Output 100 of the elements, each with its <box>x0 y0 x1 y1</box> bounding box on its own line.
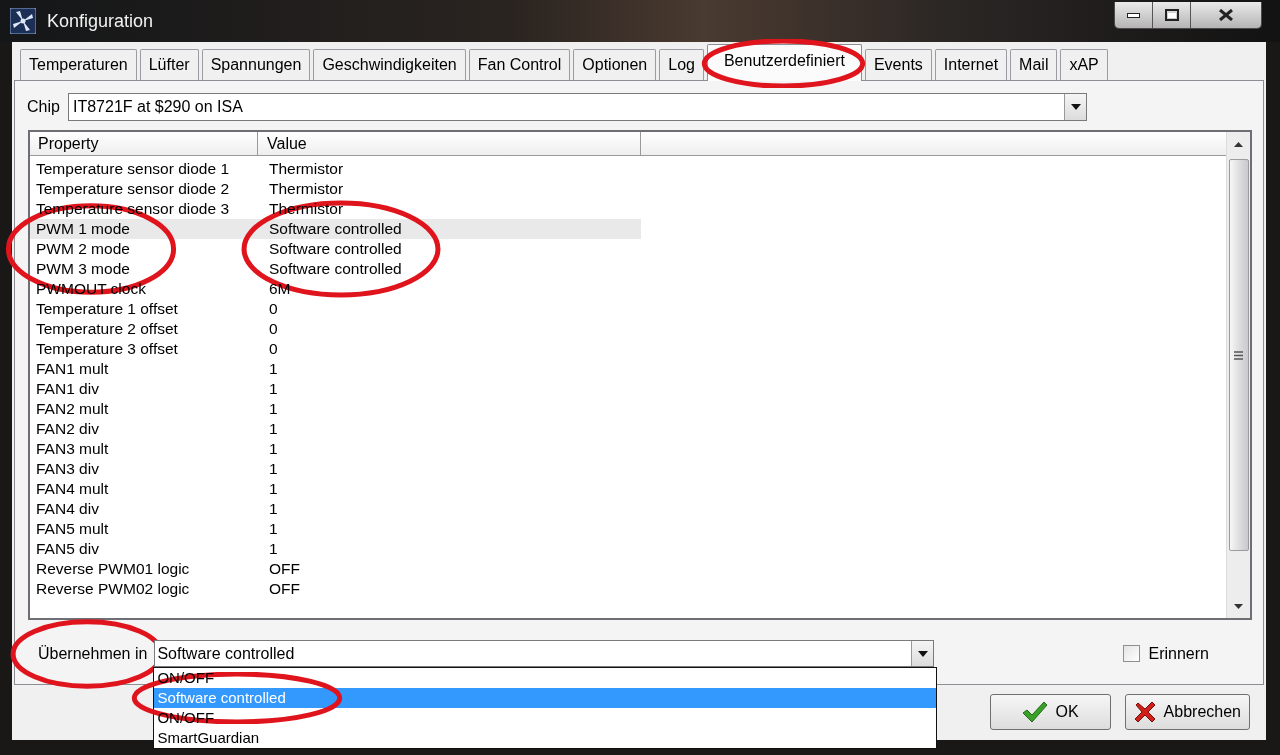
property-cell-text: Reverse PWM02 logic <box>35 579 191 599</box>
list-row[interactable]: Temperature sensor diode 2 Thermistor <box>30 179 641 199</box>
property-cell-text: Temperature sensor diode 1 <box>35 159 230 179</box>
tab[interactable]: Events <box>864 49 932 80</box>
ok-button[interactable]: OK <box>989 694 1111 730</box>
close-icon <box>1219 9 1233 21</box>
down-arrow-icon <box>1234 603 1243 609</box>
list-row[interactable]: Temperature 2 offset 0 <box>30 319 641 339</box>
value-cell-text: 1 <box>268 359 278 379</box>
property-cell-text: FAN1 mult <box>35 359 110 379</box>
value-cell-text: 1 <box>268 459 278 479</box>
list-row[interactable]: FAN3 div 1 <box>30 459 641 479</box>
value-cell-text: Software controlled <box>268 219 402 239</box>
value-cell-text: 0 <box>268 339 278 359</box>
tab[interactable]: Lüfter <box>139 49 199 80</box>
property-cell-text: PWM 2 mode <box>35 239 131 259</box>
chip-label: Chip <box>27 97 61 117</box>
checkbox-label: Erinnern <box>1148 643 1209 664</box>
list-row[interactable]: FAN2 mult 1 <box>30 399 641 419</box>
app-icon <box>10 8 36 34</box>
list-row[interactable]: Temperature 3 offset 0 <box>30 339 641 359</box>
cancel-button[interactable]: Abbrechen <box>1124 694 1250 730</box>
maximize-button[interactable] <box>1153 2 1191 28</box>
value-cell-text: 0 <box>268 319 278 339</box>
list-row[interactable]: FAN1 mult 1 <box>30 359 641 379</box>
property-cell-text: PWM 1 mode <box>35 219 131 239</box>
list-row[interactable]: Temperature sensor diode 1 Thermistor <box>30 159 641 179</box>
property-cell-text: Reverse PWM01 logic <box>35 559 191 579</box>
property-cell-text: PWM 3 mode <box>35 259 131 279</box>
value-cell-text: 1 <box>268 399 278 419</box>
dropdown-arrow-button[interactable] <box>911 641 934 666</box>
list-row[interactable]: FAN4 mult 1 <box>30 479 641 499</box>
checkbox[interactable] <box>1122 645 1140 662</box>
tab[interactable]: Mail <box>1010 49 1058 80</box>
tab[interactable]: Fan Control <box>468 49 571 80</box>
value-cell-text: 1 <box>268 379 278 399</box>
list-row[interactable]: PWM 3 mode Software controlled <box>30 259 641 279</box>
tab[interactable]: Spannungen <box>201 49 311 80</box>
maximize-icon <box>1164 9 1179 21</box>
list-row[interactable]: Reverse PWM02 logic OFF <box>30 579 641 599</box>
minimize-button[interactable] <box>1115 2 1153 28</box>
minimize-icon <box>1127 12 1140 18</box>
scrollbar-thumb[interactable] <box>1228 159 1249 551</box>
column-header[interactable]: Value <box>258 132 641 155</box>
value-cell-text: 1 <box>268 499 278 519</box>
value-cell-text: Software controlled <box>268 259 402 279</box>
list-row[interactable]: FAN5 mult 1 <box>30 519 641 539</box>
check-icon <box>1021 701 1048 723</box>
list-row[interactable]: Reverse PWM01 logic OFF <box>30 559 641 579</box>
list-row[interactable]: FAN5 div 1 <box>30 539 641 559</box>
list-row[interactable]: FAN2 div 1 <box>30 419 641 439</box>
close-button[interactable] <box>1191 2 1261 28</box>
list-row[interactable]: PWM 1 mode Software controlled <box>30 219 641 239</box>
dropdown-arrow-button[interactable] <box>1064 94 1086 120</box>
property-cell-text: FAN4 mult <box>35 479 110 499</box>
property-cell-text: Temperature sensor diode 3 <box>35 199 230 219</box>
window-title: Konfiguration <box>47 9 154 33</box>
value-cell-text: 1 <box>268 419 278 439</box>
tab[interactable]: Log <box>659 49 704 80</box>
value-cell-text: 1 <box>268 439 278 459</box>
list-row[interactable]: FAN3 mult 1 <box>30 439 641 459</box>
apply-value: Software controlled <box>156 643 296 664</box>
up-arrow-icon <box>1234 141 1243 147</box>
dropdown-option[interactable]: SmartGuardian <box>154 728 937 748</box>
property-cell-text: FAN3 div <box>35 459 100 479</box>
caret-icon <box>917 650 928 657</box>
value-cell-text: 0 <box>268 299 278 319</box>
value-cell-text: OFF <box>268 579 300 599</box>
tab[interactable]: Internet <box>934 49 1008 80</box>
value-cell-text: Thermistor <box>268 159 344 179</box>
tab[interactable]: xAP <box>1060 49 1108 80</box>
property-cell-text: FAN5 div <box>35 539 100 559</box>
property-cell-text: Temperature sensor diode 2 <box>35 179 230 199</box>
value-cell-text: Thermistor <box>268 179 344 199</box>
caret-icon <box>1070 104 1081 110</box>
tab[interactable]: Temperaturen <box>20 49 137 80</box>
tab[interactable]: Optionen <box>573 49 657 80</box>
list-row[interactable]: Temperature 1 offset 0 <box>30 299 641 319</box>
property-cell-text: Temperature 3 offset <box>35 339 179 359</box>
chip-dropdown[interactable]: IT8721F at $290 on ISA <box>68 93 1087 121</box>
property-cell-text: FAN2 div <box>35 419 100 439</box>
grip-icon <box>1234 350 1243 360</box>
property-cell-text: FAN2 mult <box>35 399 110 419</box>
property-cell-text: FAN4 div <box>35 499 100 519</box>
property-cell-text: Temperature 1 offset <box>35 299 179 319</box>
value-cell-text: 1 <box>268 479 278 499</box>
tab[interactable]: Geschwindigkeiten <box>313 49 466 80</box>
value-cell-text: 1 <box>268 519 278 539</box>
chip-value: IT8721F at $290 on ISA <box>72 97 244 117</box>
list-row[interactable]: FAN1 div 1 <box>30 379 641 399</box>
apply-dropdown[interactable]: Software controlled <box>154 640 935 667</box>
property-cell-text: FAN1 div <box>35 379 100 399</box>
property-cell-text: FAN3 mult <box>35 439 110 459</box>
value-cell-text: Software controlled <box>268 239 402 259</box>
list-row[interactable]: FAN4 div 1 <box>30 499 641 519</box>
property-cell-text: Temperature 2 offset <box>35 319 179 339</box>
column-header[interactable]: Property <box>30 132 258 155</box>
value-cell-text: 1 <box>268 539 278 559</box>
list-row[interactable]: PWM 2 mode Software controlled <box>30 239 641 259</box>
property-cell-text: FAN5 mult <box>35 519 110 539</box>
